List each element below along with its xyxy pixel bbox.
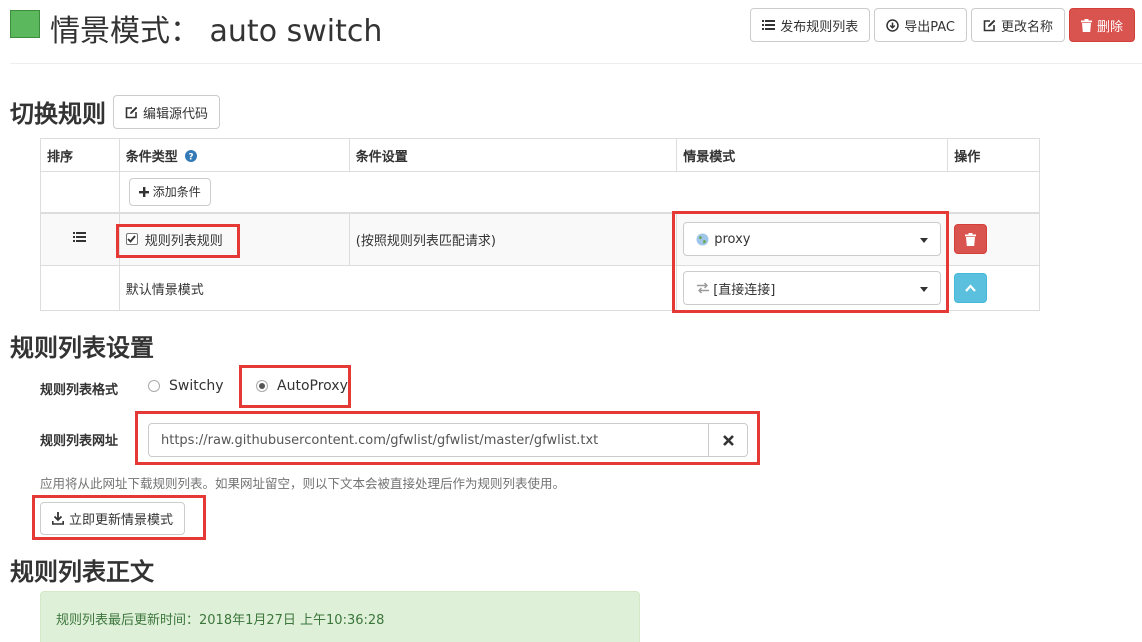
rename-label: 更改名称	[1000, 19, 1053, 35]
help-icon[interactable]: ?	[185, 149, 198, 162]
trash-icon	[965, 232, 977, 246]
format-radio-autoproxy[interactable]: AutoProxy	[256, 378, 348, 394]
add-condition-button[interactable]: 添加条件	[128, 177, 211, 206]
rule-list-url-input[interactable]	[148, 423, 708, 457]
rule-checkbox[interactable]	[125, 233, 138, 246]
profile-color-swatch[interactable]	[10, 10, 40, 38]
plus-icon	[138, 186, 149, 197]
globe-icon	[696, 233, 709, 246]
download-icon	[52, 512, 64, 525]
checkmark-icon	[127, 235, 136, 244]
page-header: 情景模式： auto switch 发布规则列表 导出PAC 更改名称 删除	[10, 8, 1142, 64]
rule-list-help-text: 应用将从此网址下载规则列表。如果网址留空，则以下文本会被直接处理后作为规则列表使…	[40, 476, 566, 491]
col-condition-type: 条件类型 ?	[118, 138, 350, 172]
trash-icon	[1080, 18, 1092, 32]
move-up-button[interactable]	[954, 273, 988, 303]
download-circle-icon	[886, 18, 899, 32]
rule-profile-value: proxy	[714, 231, 751, 247]
header-actions: 发布规则列表 导出PAC 更改名称 删除	[750, 8, 1135, 42]
add-condition-label: 添加条件	[152, 185, 201, 200]
chevron-down-icon	[920, 238, 929, 244]
delete-rule-button[interactable]	[954, 224, 988, 255]
col-condition-type-label: 条件类型	[125, 149, 178, 165]
default-profile-select[interactable]: [直接连接]	[683, 271, 942, 305]
format-option-switchy: Switchy	[169, 378, 224, 394]
col-order: 排序	[40, 138, 120, 172]
publish-rule-list-label: 发布规则列表	[780, 19, 859, 35]
chevron-down-icon	[920, 287, 929, 292]
last-updated-alert: 规则列表最后更新时间：2018年1月27日 上午10:36:28	[40, 591, 640, 642]
rule-list-url-label: 规则列表网址	[40, 434, 119, 449]
drag-handle-icon[interactable]	[73, 231, 87, 243]
publish-rule-list-button[interactable]: 发布规则列表	[750, 8, 871, 42]
page-title: 情景模式： auto switch	[50, 14, 383, 49]
delete-profile-button[interactable]: 删除	[1068, 8, 1135, 42]
rule-list-url-group	[148, 423, 748, 457]
default-profile-value: [直接连接]	[713, 282, 776, 298]
rule-list-text-title: 规则列表正文	[10, 558, 154, 586]
chevron-up-icon	[965, 284, 977, 292]
rule-list-settings-title: 规则列表设置	[10, 334, 154, 362]
switch-rules-title: 切换规则	[10, 100, 106, 128]
export-pac-label: 导出PAC	[904, 19, 955, 35]
delete-profile-label: 删除	[1096, 19, 1123, 35]
svg-text:?: ?	[189, 152, 194, 162]
col-condition-settings: 条件设置	[348, 138, 678, 172]
condition-type-label: 规则列表规则	[144, 233, 223, 249]
close-icon	[722, 434, 734, 446]
last-updated-text: 规则列表最后更新时间：2018年1月27日 上午10:36:28	[56, 613, 385, 628]
rename-button[interactable]: 更改名称	[970, 8, 1065, 42]
add-condition-row: 添加条件	[40, 171, 1041, 213]
format-radio-switchy[interactable]: Switchy	[148, 378, 224, 394]
col-actions: 操作	[947, 138, 1040, 172]
col-profile: 情景模式	[676, 138, 949, 172]
table-row: 规则列表规则 (按照规则列表匹配请求) proxy	[40, 211, 1040, 266]
direct-connection-icon	[697, 282, 710, 294]
default-profile-row: 默认情景模式 [直接连接]	[40, 265, 1040, 311]
radio-button-selected[interactable]	[256, 380, 268, 392]
condition-type-select[interactable]: 规则列表规则	[125, 230, 223, 249]
rule-profile-select[interactable]: proxy	[683, 222, 942, 257]
edit-source-button[interactable]: 编辑源代码	[113, 95, 221, 129]
edit-source-label: 编辑源代码	[143, 106, 209, 122]
update-profile-now-button[interactable]: 立即更新情景模式	[40, 502, 186, 535]
edit-icon	[983, 19, 996, 31]
edit-icon	[125, 106, 138, 118]
table-header-row: 排序 条件类型 ? 条件设置 情景模式 操作	[40, 138, 1040, 172]
switch-rules-table: 排序 条件类型 ? 条件设置 情景模式 操作 添加条件 规则列表规则 (按照规则…	[40, 138, 1041, 311]
clear-url-button[interactable]	[708, 423, 748, 457]
rule-list-format-label: 规则列表格式	[40, 383, 119, 398]
list-icon	[762, 20, 776, 30]
export-pac-button[interactable]: 导出PAC	[874, 8, 967, 42]
condition-settings-text: (按照规则列表匹配请求)	[348, 211, 678, 266]
default-profile-label: 默认情景模式	[118, 265, 678, 311]
radio-button[interactable]	[148, 380, 160, 392]
format-option-autoproxy: AutoProxy	[277, 378, 348, 394]
update-profile-now-label: 立即更新情景模式	[69, 513, 174, 528]
